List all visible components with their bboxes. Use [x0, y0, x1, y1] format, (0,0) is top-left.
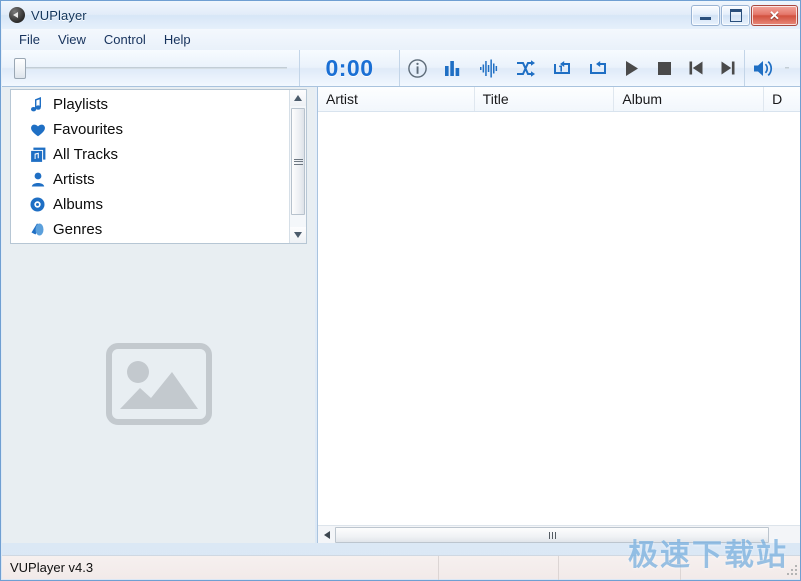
- artwork-placeholder: [106, 343, 212, 425]
- track-list-view[interactable]: Artist Title Album D: [317, 87, 801, 543]
- stop-button[interactable]: [648, 50, 680, 86]
- minimize-icon: [700, 17, 711, 20]
- volume-track: [785, 67, 789, 69]
- seek-track: [14, 67, 287, 69]
- scroll-up-button[interactable]: [290, 90, 306, 106]
- sidebar-item-albums[interactable]: Albums: [11, 192, 289, 217]
- time-display-area: 0:00: [300, 50, 399, 86]
- chevron-up-icon: [294, 95, 302, 101]
- image-placeholder-icon: [106, 343, 212, 425]
- play-button[interactable]: [616, 50, 648, 86]
- seek-slider[interactable]: [14, 61, 287, 75]
- next-icon: [720, 60, 736, 76]
- sidebar-panel: Playlists Favourites: [2, 87, 315, 543]
- info-icon: [407, 58, 428, 79]
- menu-bar: File View Control Help: [2, 29, 801, 50]
- sidebar-item-playlists[interactable]: Playlists: [11, 92, 289, 117]
- menu-item-file[interactable]: File: [10, 30, 49, 49]
- status-cell-4: [681, 556, 801, 580]
- repeat-all-icon: [588, 59, 608, 78]
- play-icon: [624, 60, 640, 77]
- title-bar: VUPlayer ✕: [1, 1, 801, 29]
- column-header-artist[interactable]: Artist: [318, 87, 475, 111]
- artwork-panel: [2, 251, 315, 543]
- vuplayer-window: VUPlayer ✕ File View Control Help: [0, 0, 801, 581]
- status-version: VUPlayer v4.3: [2, 556, 438, 580]
- repeat-one-icon: [552, 59, 572, 78]
- status-cell-2: [439, 556, 558, 580]
- scroll-grip-icon: [294, 157, 303, 166]
- music-note-icon: [29, 96, 46, 113]
- list-body[interactable]: [318, 112, 801, 520]
- sidebar-item-label: Artists: [53, 171, 95, 188]
- menu-item-help[interactable]: Help: [155, 30, 200, 49]
- volume-button[interactable]: [753, 59, 775, 78]
- disc-icon: [29, 196, 46, 213]
- sidebar-item-label: Favourites: [53, 121, 123, 138]
- menu-item-view[interactable]: View: [49, 30, 95, 49]
- sidebar-item-all-tracks[interactable]: All Tracks: [11, 142, 289, 167]
- heart-icon: [29, 121, 46, 138]
- previous-icon: [688, 60, 704, 76]
- sidebar-item-genres[interactable]: Genres: [11, 217, 289, 242]
- library-tree-list: Playlists Favourites: [11, 92, 289, 242]
- status-bar: VUPlayer v4.3: [2, 555, 801, 579]
- window-title: VUPlayer: [31, 8, 87, 23]
- person-icon: [29, 171, 46, 188]
- stop-icon: [657, 61, 672, 76]
- sidebar-item-favourites[interactable]: Favourites: [11, 117, 289, 142]
- menu-item-control[interactable]: Control: [95, 30, 155, 49]
- repeat-all-button[interactable]: [580, 50, 615, 86]
- resize-grip-icon[interactable]: [786, 565, 798, 577]
- toolbar-buttons: [400, 50, 744, 86]
- visualisation-button[interactable]: [472, 50, 507, 86]
- scroll-grip-icon: [548, 527, 557, 542]
- chevron-left-icon: [324, 531, 330, 539]
- column-header-title[interactable]: Title: [475, 87, 615, 111]
- chevron-down-icon: [294, 232, 302, 238]
- sidebar-scroll-thumb[interactable]: [291, 108, 305, 215]
- sidebar-item-artists[interactable]: Artists: [11, 167, 289, 192]
- elapsed-time: 0:00: [325, 55, 373, 82]
- previous-button[interactable]: [680, 50, 712, 86]
- library-tree[interactable]: Playlists Favourites: [10, 89, 307, 244]
- equalizer-icon: [444, 59, 463, 77]
- repeat-track-button[interactable]: [544, 50, 579, 86]
- window-controls: ✕: [691, 5, 798, 26]
- sidebar-item-label: Genres: [53, 221, 102, 238]
- volume-area: [745, 50, 801, 86]
- sidebar-item-label: Albums: [53, 196, 103, 213]
- information-button[interactable]: [400, 50, 435, 86]
- maximize-button[interactable]: [721, 5, 750, 26]
- scroll-down-button[interactable]: [290, 227, 306, 243]
- list-horizontal-scrollbar[interactable]: [318, 525, 801, 543]
- list-scroll-thumb[interactable]: [335, 527, 769, 543]
- waveform-icon: [479, 58, 500, 78]
- sidebar-item-label: All Tracks: [53, 146, 118, 163]
- close-button[interactable]: ✕: [751, 5, 798, 26]
- app-speaker-icon: [9, 7, 25, 23]
- all-tracks-icon: [29, 146, 46, 163]
- sidebar-vertical-scrollbar[interactable]: [289, 90, 306, 243]
- shuffle-icon: [515, 59, 536, 78]
- volume-slider[interactable]: [785, 61, 789, 75]
- equalizer-button[interactable]: [436, 50, 471, 86]
- next-button[interactable]: [712, 50, 744, 86]
- volume-icon: [753, 59, 775, 78]
- shuffle-button[interactable]: [508, 50, 543, 86]
- column-header-album[interactable]: Album: [614, 87, 764, 111]
- status-cell-3: [559, 556, 680, 580]
- genre-icon: [29, 221, 46, 238]
- seek-thumb[interactable]: [14, 58, 26, 79]
- close-icon: ✕: [769, 9, 780, 22]
- toolbar: 0:00: [2, 50, 801, 87]
- minimize-button[interactable]: [691, 5, 720, 26]
- seek-bar-area: [2, 50, 299, 86]
- column-header-duration[interactable]: D: [764, 87, 801, 111]
- maximize-icon: [730, 9, 742, 22]
- scroll-left-button[interactable]: [318, 527, 335, 543]
- sidebar-item-label: Playlists: [53, 96, 108, 113]
- list-column-header: Artist Title Album D: [318, 87, 801, 112]
